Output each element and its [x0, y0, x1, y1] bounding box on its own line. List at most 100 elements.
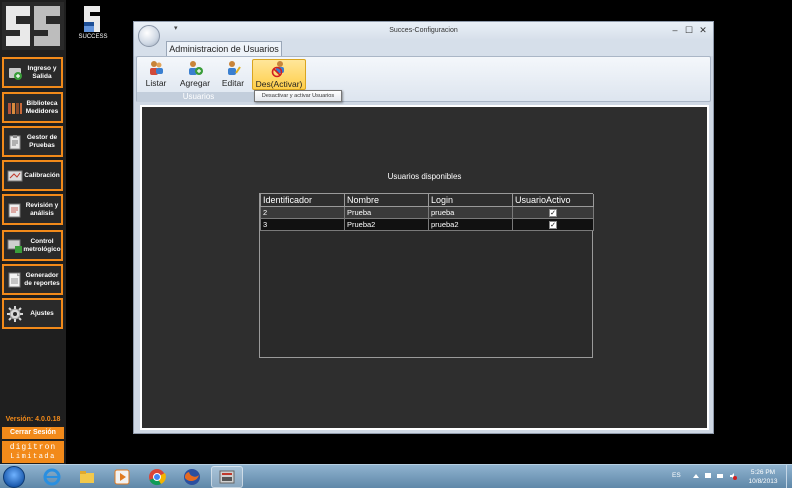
- taskbar: ES 5:26 PM 10/8/2013: [0, 464, 792, 488]
- sidebar-item-label: Ajustes: [30, 309, 54, 317]
- ribbon-panel: Listar Agregar Editar Des(Activar) Usuar…: [136, 56, 711, 102]
- maximize-button[interactable]: ☐: [683, 25, 695, 36]
- minimize-button[interactable]: –: [669, 25, 681, 35]
- desktop: Ingreso y Salida Biblioteca Medidores Ge…: [0, 0, 792, 488]
- users-grid[interactable]: Identificador Nombre Login UsuarioActivo…: [259, 193, 594, 358]
- sidebar-item-label: Gestor de Pruebas: [26, 133, 58, 149]
- clock-time: 5:26 PM: [750, 469, 776, 476]
- sidebar-item-ajustes[interactable]: Ajustes: [2, 298, 63, 329]
- success-app-icon: [219, 470, 235, 484]
- media-player-icon: [114, 469, 130, 485]
- column-header-login[interactable]: Login: [428, 194, 513, 207]
- cell-login[interactable]: prueba2: [428, 217, 513, 231]
- chrome-icon: [149, 469, 166, 486]
- brand-line2: Limitada: [10, 453, 56, 461]
- start-button[interactable]: [3, 466, 25, 488]
- column-header-identificador[interactable]: Identificador: [260, 194, 345, 207]
- volume-icon[interactable]: [729, 472, 737, 480]
- control-icon: [7, 238, 23, 254]
- cell-nombre[interactable]: Prueba2: [344, 217, 429, 231]
- config-window: ▾ Succes-Configuracion – ☐ ✕ Administrac…: [133, 21, 714, 434]
- application-menu-button[interactable]: [138, 25, 160, 47]
- sidebar-item-control[interactable]: Control metrológico: [2, 230, 63, 261]
- taskbar-internet-explorer[interactable]: [36, 466, 68, 488]
- taskbar-chrome[interactable]: [141, 466, 173, 488]
- taskbar-success-app[interactable]: [211, 466, 243, 488]
- sidebar-item-calibracion[interactable]: Calibración: [2, 160, 63, 191]
- version-label: Versión: 4.0.0.18: [5, 416, 61, 423]
- sidebar-item-ingreso-salida[interactable]: Ingreso y Salida: [2, 57, 63, 88]
- sidebar-item-label: Biblioteca Medidores: [25, 99, 59, 115]
- sidebar-item-label: Calibración: [24, 171, 60, 179]
- digitron-logo: digitron Limitada: [2, 441, 64, 463]
- users-list-icon: [150, 61, 163, 75]
- library-icon: [7, 100, 23, 116]
- users-title: Usuarios disponibles: [387, 172, 462, 181]
- show-hidden-icons-icon[interactable]: [692, 472, 700, 480]
- logout-button[interactable]: Cerrar Sesión: [2, 427, 64, 439]
- sidebar-item-label: Generador de reportes: [24, 271, 60, 287]
- desactivar-button[interactable]: Des(Activar): [252, 59, 306, 90]
- user-add-icon: [189, 61, 203, 75]
- small-logo-text: SUCCESS: [78, 34, 108, 40]
- report-icon: [7, 272, 23, 288]
- review-icon: [7, 202, 23, 218]
- cell-id[interactable]: 2: [260, 205, 345, 219]
- ribbon-button-label: Agregar: [179, 78, 211, 88]
- user-edit-icon: [228, 61, 241, 75]
- tab-administracion-usuarios[interactable]: Administracion de Usuarios: [166, 41, 282, 56]
- sidebar-item-revision[interactable]: Revisión y análisis: [2, 194, 63, 225]
- cell-activo[interactable]: ✓: [512, 217, 594, 231]
- ribbon-button-label: Editar: [221, 78, 245, 88]
- file-explorer-icon: [80, 471, 94, 483]
- sidebar-item-gestor-pruebas[interactable]: Gestor de Pruebas: [2, 126, 63, 157]
- network-icon[interactable]: [716, 472, 724, 480]
- cell-id[interactable]: 3: [260, 217, 345, 231]
- active-checkbox[interactable]: ✓: [549, 208, 557, 217]
- listar-button[interactable]: Listar: [141, 59, 171, 90]
- ribbon-group-label: Usuarios: [137, 92, 260, 102]
- taskbar-firefox[interactable]: [176, 466, 208, 488]
- cell-nombre[interactable]: Prueba: [344, 205, 429, 219]
- ribbon-button-label: Listar: [145, 78, 167, 88]
- success-logo-icon: [2, 2, 64, 50]
- user-disable-icon: [271, 61, 284, 78]
- column-header-usuarioactivo[interactable]: UsuarioActivo: [512, 194, 594, 207]
- users-panel: Usuarios disponibles Identificador Nombr…: [140, 105, 709, 430]
- active-checkbox[interactable]: ✓: [549, 220, 557, 229]
- internet-explorer-icon: [43, 468, 61, 486]
- taskbar-file-explorer[interactable]: [71, 466, 103, 488]
- brand-line1: digitron: [9, 443, 57, 452]
- firefox-icon: [184, 469, 200, 485]
- table-header-row: Identificador Nombre Login UsuarioActivo: [260, 194, 594, 207]
- action-center-icon[interactable]: [704, 472, 712, 480]
- sidebar-item-reportes[interactable]: Generador de reportes: [2, 264, 63, 295]
- table-row[interactable]: 2 Prueba prueba ✓: [260, 205, 594, 219]
- sidebar-item-biblioteca[interactable]: Biblioteca Medidores: [2, 92, 63, 123]
- ribbon-tab-row: Administracion de Usuarios: [134, 40, 713, 56]
- title-bar: ▾ Succes-Configuracion – ☐ ✕: [134, 22, 713, 40]
- login-icon: [7, 65, 23, 81]
- editar-button[interactable]: Editar: [219, 59, 247, 90]
- sidebar-item-label: Ingreso y Salida: [27, 64, 57, 80]
- success-small-logo: SUCCESS: [78, 4, 108, 42]
- calibration-icon: [7, 168, 23, 184]
- taskbar-media-player[interactable]: [106, 466, 138, 488]
- show-desktop-button[interactable]: [786, 465, 792, 488]
- cell-activo[interactable]: ✓: [512, 205, 594, 219]
- sidebar-item-label: Control metrológico: [23, 237, 61, 253]
- table-row[interactable]: 3 Prueba2 prueba2 ✓: [260, 217, 594, 231]
- sidebar-item-label: Revisión y análisis: [25, 201, 59, 217]
- gear-icon: [7, 305, 23, 322]
- column-header-nombre[interactable]: Nombre: [344, 194, 429, 207]
- success-s-icon: [84, 6, 100, 32]
- tooltip: Desactivar y activar Usuarios: [254, 90, 342, 102]
- cell-login[interactable]: prueba: [428, 205, 513, 219]
- close-button[interactable]: ✕: [697, 25, 709, 36]
- window-title: Succes-Configuracion: [389, 27, 458, 34]
- agregar-button[interactable]: Agregar: [177, 59, 213, 90]
- users-table: Identificador Nombre Login UsuarioActivo…: [260, 194, 594, 231]
- clock[interactable]: 5:26 PM 10/8/2013: [744, 468, 782, 486]
- language-indicator[interactable]: ES: [672, 472, 681, 479]
- clock-date: 10/8/2013: [748, 478, 778, 485]
